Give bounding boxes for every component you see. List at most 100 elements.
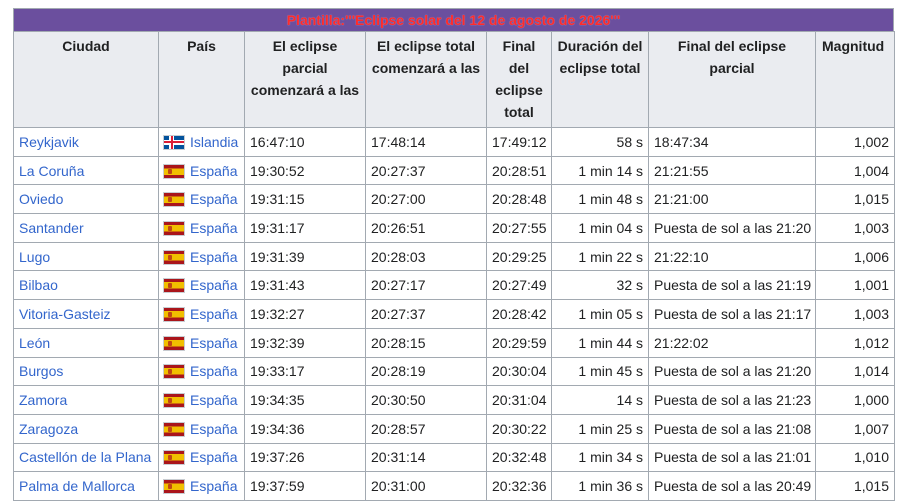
partial-start-cell: 19:31:39 <box>244 241 366 272</box>
header-magnitude[interactable]: Magnitud <box>815 31 895 128</box>
total-start-value: 20:27:37 <box>371 305 426 322</box>
country-link[interactable]: España <box>190 478 237 494</box>
country-cell: España <box>158 213 245 243</box>
city-link[interactable]: Zaragoza <box>19 421 78 437</box>
total-end-cell: 20:30:04 <box>486 356 552 387</box>
country-link[interactable]: España <box>190 392 237 408</box>
country-link[interactable]: España <box>190 277 237 293</box>
city-link[interactable]: Oviedo <box>19 191 63 207</box>
magnitude-value: 1,010 <box>853 449 889 466</box>
total-start-value: 20:28:19 <box>371 363 426 380</box>
total-end-value: 20:30:04 <box>492 363 547 380</box>
total-end-cell: 20:30:22 <box>486 413 552 444</box>
total-end-value: 20:28:48 <box>492 191 547 208</box>
city-cell: Zamora <box>13 385 159 415</box>
partial-end-value: Puesta de sol a las 21:08 <box>654 420 812 437</box>
partial-end-cell: 21:21:55 <box>648 155 816 186</box>
country-link[interactable]: España <box>190 421 237 437</box>
magnitude-cell: 1,014 <box>815 356 895 387</box>
duration-cell: 1 min 34 s <box>551 442 649 473</box>
partial-end-value: 21:22:10 <box>654 248 709 265</box>
city-link[interactable]: Lugo <box>19 249 50 265</box>
header-partial-end[interactable]: Final del eclipse parcial <box>648 31 816 128</box>
city-link[interactable]: Palma de Mallorca <box>19 478 135 494</box>
header-row: Ciudad País El eclipse parcial comenzará… <box>13 31 895 128</box>
partial-start-value: 19:34:36 <box>250 420 305 437</box>
total-start-value: 20:30:50 <box>371 392 426 409</box>
partial-end-value: Puesta de sol a las 21:17 <box>654 305 812 322</box>
country-link[interactable]: España <box>190 363 237 379</box>
duration-value: 1 min 44 s <box>578 334 643 351</box>
magnitude-cell: 1,004 <box>815 155 895 186</box>
partial-end-value: Puesta de sol a las 21:23 <box>654 392 812 409</box>
partial-start-cell: 19:37:59 <box>244 471 366 501</box>
duration-cell: 14 s <box>551 385 649 415</box>
city-link[interactable]: Burgos <box>19 363 63 379</box>
partial-start-value: 19:30:52 <box>250 162 305 179</box>
partial-start-cell: 19:31:43 <box>244 270 366 301</box>
total-end-value: 20:29:25 <box>492 248 547 265</box>
duration-cell: 1 min 36 s <box>551 471 649 501</box>
header-ciudad[interactable]: Ciudad <box>13 31 159 128</box>
partial-end-value: Puesta de sol a las 21:01 <box>654 449 812 466</box>
header-duration[interactable]: Duración del eclipse total <box>551 31 649 128</box>
table-row: León España 19:32:39 20:28:15 20:29:59 1 min … <box>13 327 895 358</box>
header-pais[interactable]: País <box>158 31 245 128</box>
total-start-value: 20:26:51 <box>371 219 426 236</box>
country-link[interactable]: España <box>190 249 237 265</box>
country-link[interactable]: España <box>190 191 237 207</box>
city-link[interactable]: Vitoria-Gasteiz <box>19 306 111 322</box>
city-link[interactable]: La Coruña <box>19 163 84 179</box>
country-link[interactable]: España <box>190 306 237 322</box>
total-start-cell: 20:26:51 <box>365 213 487 243</box>
partial-start-cell: 19:32:39 <box>244 327 366 358</box>
country-link[interactable]: España <box>190 163 237 179</box>
country-link[interactable]: España <box>190 335 237 351</box>
header-total-start[interactable]: El eclipse total comenzará a las <box>365 31 487 128</box>
city-link[interactable]: Castellón de la Plana <box>19 449 151 465</box>
total-start-value: 20:28:03 <box>371 248 426 265</box>
city-link[interactable]: Zamora <box>19 392 67 408</box>
total-end-value: 20:32:36 <box>492 478 547 495</box>
city-link[interactable]: Santander <box>19 220 84 236</box>
total-start-cell: 20:27:37 <box>365 155 487 186</box>
magnitude-cell: 1,001 <box>815 270 895 301</box>
total-start-value: 17:48:14 <box>371 133 426 150</box>
total-end-value: 20:27:55 <box>492 219 547 236</box>
total-end-cell: 20:28:51 <box>486 155 552 186</box>
header-total-end[interactable]: Final del eclipse total <box>486 31 552 128</box>
total-start-cell: 20:27:00 <box>365 184 487 215</box>
total-end-value: 17:49:12 <box>492 133 547 150</box>
total-end-value: 20:28:51 <box>492 162 547 179</box>
partial-end-cell: Puesta de sol a las 21:19 <box>648 270 816 301</box>
partial-start-cell: 19:31:15 <box>244 184 366 215</box>
iceland-flag-icon <box>164 135 184 149</box>
duration-cell: 1 min 05 s <box>551 299 649 329</box>
country-link[interactable]: España <box>190 449 237 465</box>
total-end-cell: 20:32:36 <box>486 471 552 501</box>
magnitude-cell: 1,000 <box>815 385 895 415</box>
country-link[interactable]: España <box>190 220 237 236</box>
total-start-cell: 17:48:14 <box>365 127 487 157</box>
header-partial-start[interactable]: El eclipse parcial comenzará a las <box>244 31 366 128</box>
magnitude-value: 1,003 <box>853 219 889 236</box>
total-end-cell: 20:29:59 <box>486 327 552 358</box>
spain-flag-icon <box>164 451 184 465</box>
partial-start-cell: 19:30:52 <box>244 155 366 186</box>
country-link[interactable]: Islandia <box>190 134 238 150</box>
city-link[interactable]: León <box>19 335 50 351</box>
magnitude-value: 1,015 <box>853 191 889 208</box>
magnitude-value: 1,004 <box>853 162 889 179</box>
total-end-value: 20:27:49 <box>492 277 547 294</box>
table-row: Zamora España 19:34:35 20:30:50 20:31:04 14 s… <box>13 385 895 415</box>
partial-start-value: 19:37:59 <box>250 478 305 495</box>
table-row: Vitoria-Gasteiz España 19:32:27 20:27:37 20:… <box>13 299 895 329</box>
table-row: La Coruña España 19:30:52 20:27:37 20:28:51 1… <box>13 155 895 186</box>
table-row: Lugo España 19:31:39 20:28:03 20:29:25 1 min … <box>13 241 895 272</box>
spain-flag-icon <box>164 422 184 436</box>
country-cell: España <box>158 385 245 415</box>
duration-value: 1 min 22 s <box>578 248 643 265</box>
country-cell: España <box>158 442 245 473</box>
city-link[interactable]: Reykjavik <box>19 134 79 150</box>
city-link[interactable]: Bilbao <box>19 277 58 293</box>
